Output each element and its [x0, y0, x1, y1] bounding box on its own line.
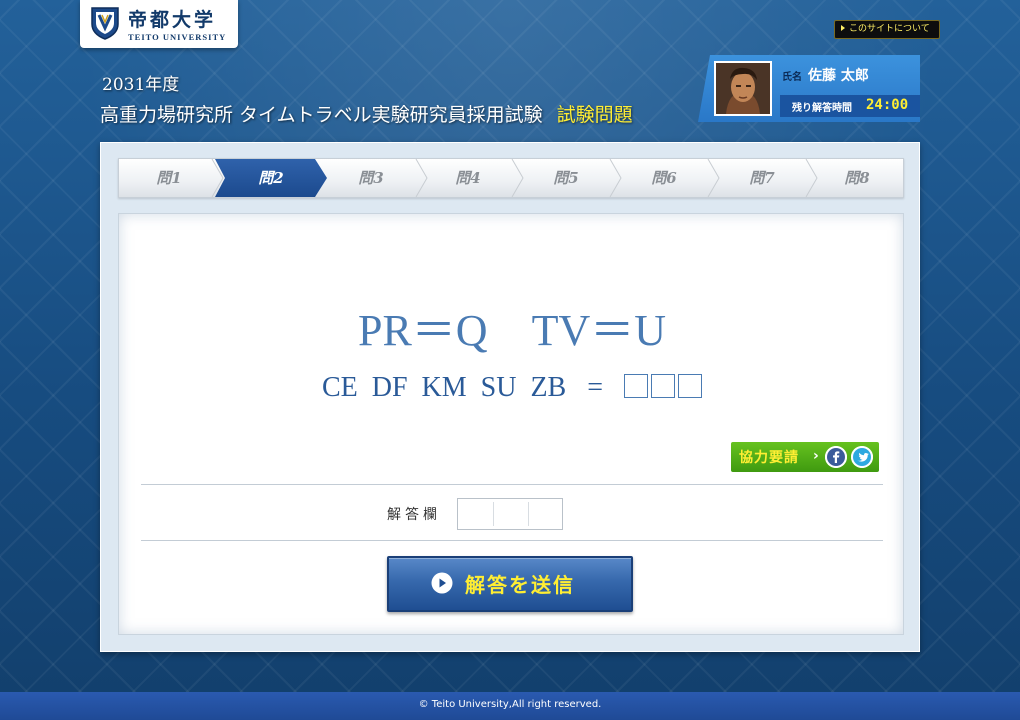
exam-year: 2031年度 — [102, 75, 180, 95]
footer-copyright: © Teito University,All right reserved. — [0, 692, 1020, 720]
submit-answer-label: 解答を送信 — [465, 573, 575, 597]
twitter-icon[interactable] — [851, 446, 873, 468]
about-site-link[interactable]: このサイトについて — [834, 20, 940, 39]
university-logo[interactable]: 帝都大学 TEITO UNIVERSITY — [80, 0, 238, 48]
tab-separator-icon — [805, 159, 818, 197]
avatar-portrait-icon — [716, 63, 770, 114]
tab-question-7[interactable]: 問7 — [713, 159, 811, 197]
arrow-right-icon — [841, 25, 845, 31]
university-name-english: TEITO UNIVERSITY — [128, 32, 227, 42]
tab-question-1[interactable]: 問1 — [119, 159, 219, 197]
cooperation-request-label: 協力要請 — [739, 450, 799, 466]
avatar — [714, 61, 772, 116]
answer-placeholder-boxes — [624, 372, 703, 403]
play-arrow-icon — [431, 572, 453, 594]
tab-separator-icon — [707, 159, 720, 197]
question-prompt-text: CE DF KM SU ZB = — [321, 372, 625, 403]
blank-box — [651, 374, 676, 398]
cooperation-request-button[interactable]: 協力要請 › — [731, 442, 879, 472]
chevron-right-icon: › — [813, 448, 819, 464]
submit-answer-button[interactable]: 解答を送信 — [387, 556, 633, 612]
tab-separator-icon — [211, 159, 224, 197]
exam-panel: 問1 問2 問3 問4 問5 問6 問7 問8 PR＝Q TV＝U CE DF … — [100, 142, 920, 652]
remaining-time-value: 24:00 — [866, 97, 909, 113]
tab-question-5[interactable]: 問5 — [517, 159, 615, 197]
tab-question-6[interactable]: 問6 — [615, 159, 713, 197]
answer-cell-divider — [528, 502, 529, 526]
tab-separator-icon — [609, 159, 622, 197]
name-label: 氏名 — [782, 72, 802, 83]
exam-title-accent: 試験問題 — [556, 104, 633, 126]
facebook-icon[interactable] — [825, 446, 847, 468]
answer-cell-divider — [493, 502, 494, 526]
exam-title: 高重力場研究所 タイムトラベル実験研究員採用試験 試験問題 — [100, 100, 633, 127]
remaining-time-bar: 残り解答時間 24:00 — [780, 95, 920, 117]
answer-label: 解答欄 — [387, 507, 441, 523]
examinee-name: 佐藤 太郎 — [808, 68, 869, 84]
question-tabs: 問1 問2 問3 問4 問5 問6 問7 問8 — [118, 158, 904, 198]
blank-box — [624, 374, 649, 398]
tab-question-4[interactable]: 問4 — [419, 159, 517, 197]
university-name: 帝都大学 — [128, 9, 217, 31]
examinee-profile: 氏名 佐藤 太郎 残り解答時間 24:00 — [698, 55, 920, 122]
university-emblem-icon — [91, 7, 119, 40]
tab-separator-icon — [415, 159, 428, 197]
blank-box — [678, 374, 703, 398]
remaining-time-label: 残り解答時間 — [792, 103, 852, 114]
tab-question-8[interactable]: 問8 — [811, 159, 903, 197]
exam-title-main: 高重力場研究所 タイムトラベル実験研究員採用試験 — [100, 104, 543, 126]
question-content: PR＝Q TV＝U CE DF KM SU ZB = 協力要請 › 解答欄 解答… — [118, 213, 904, 635]
tab-question-2[interactable]: 問2 — [219, 159, 323, 197]
about-site-label: このサイトについて — [849, 24, 930, 34]
tab-question-3[interactable]: 問3 — [323, 159, 419, 197]
divider — [141, 540, 883, 541]
divider — [141, 484, 883, 485]
question-prompt: CE DF KM SU ZB = — [119, 372, 905, 404]
answer-input[interactable] — [457, 498, 563, 530]
question-hint: PR＝Q TV＝U — [357, 306, 667, 355]
tab-separator-icon — [511, 159, 524, 197]
